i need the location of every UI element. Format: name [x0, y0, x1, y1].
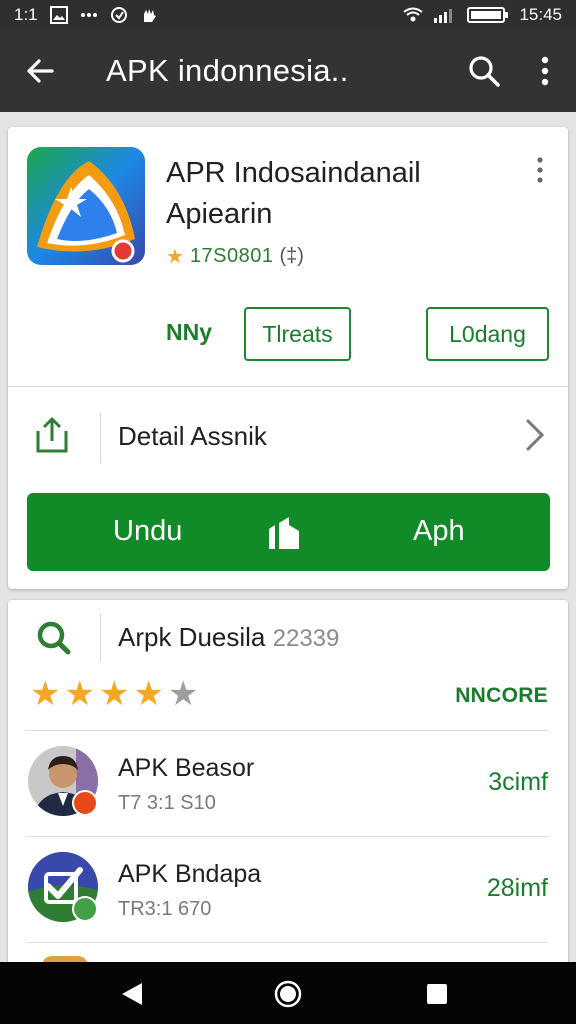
rating-text: 17S0801	[189, 245, 274, 267]
dots-notification-icon	[80, 13, 97, 17]
battery-icon	[467, 7, 509, 23]
star-filled-icon: ★	[98, 675, 130, 713]
image-notification-icon	[49, 6, 68, 24]
nav-recent-apps-icon[interactable]	[426, 983, 448, 1005]
results-card: Arpk Duesila 22339 ★ ★ ★ ★ ★ NNCORE APK …	[8, 600, 568, 970]
hand-notification-icon	[143, 9, 156, 22]
back-button[interactable]	[0, 30, 80, 112]
star-icon: ★	[166, 246, 184, 268]
arrow-left-icon	[27, 59, 54, 83]
app-card-menu-button[interactable]	[528, 155, 552, 185]
nny-label: NNy	[166, 319, 213, 345]
overflow-menu-button[interactable]	[514, 30, 576, 112]
download-button[interactable]: Undu Aph	[27, 493, 550, 571]
status-time: 15:45	[519, 5, 562, 24]
item-sub: TR3:1 670	[118, 898, 212, 920]
results-count: 22339	[272, 625, 340, 652]
download-left-label: Undu	[113, 515, 183, 547]
app-name: APR Indosaindanail Apiearin	[166, 157, 421, 230]
more-vertical-icon	[537, 157, 543, 183]
download-icon	[269, 517, 299, 549]
rating-suffix: (‡)	[279, 245, 304, 267]
download-right-label: Aph	[413, 515, 465, 547]
nav-back-icon[interactable]	[120, 981, 144, 1007]
search-button[interactable]	[454, 30, 514, 112]
detail-row[interactable]: Detail Assnik	[8, 387, 568, 487]
status-bar: 1:1 15:45	[0, 0, 576, 30]
chevron-right-icon	[526, 419, 545, 451]
divider	[26, 730, 548, 731]
results-search-text: Arpk Duesila 22339	[118, 622, 339, 653]
app-bar: APK indonnesia..	[0, 30, 576, 112]
search-icon	[37, 621, 71, 655]
item-meta: 3cimf	[488, 768, 548, 796]
ncore-label: NNCORE	[455, 684, 548, 707]
page-title: APK indonnesia..	[106, 53, 349, 88]
threats-button[interactable]: Tlreats	[244, 307, 351, 361]
detail-separator	[100, 413, 101, 463]
divider	[26, 942, 548, 943]
app-detail-card: APR Indosaindanail Apiearin ★ 17S0801 (‡…	[8, 127, 568, 589]
status-left-text: 1:1	[14, 5, 38, 24]
detail-label: Detail Assnik	[118, 421, 267, 451]
navigation-bar	[0, 962, 576, 1024]
share-icon	[36, 417, 68, 453]
signal-icon	[434, 9, 453, 23]
stars-rating: ★ ★ ★ ★ ★	[30, 676, 198, 712]
item-badge-icon	[72, 896, 98, 922]
lodang-button[interactable]: L0dang	[426, 307, 549, 361]
item-name: APK Beasor	[118, 754, 255, 782]
sync-notification-icon	[110, 7, 127, 23]
results-search-row[interactable]: Arpk Duesila 22339	[8, 600, 568, 672]
wifi-icon	[403, 7, 424, 22]
star-filled-icon: ★	[64, 675, 95, 713]
search-icon	[469, 56, 500, 87]
results-search-label: Arpk Duesila	[118, 622, 266, 652]
search-separator	[100, 614, 101, 662]
star-empty-icon: ★	[167, 675, 199, 713]
nav-home-icon[interactable]	[274, 980, 302, 1008]
star-filled-icon: ★	[30, 675, 61, 713]
more-vertical-icon	[541, 56, 549, 86]
item-meta: 28imf	[486, 874, 548, 902]
app-rating: ★ 17S0801 (‡)	[166, 244, 304, 269]
item-badge-icon	[72, 790, 98, 816]
item-name: APK Bndapa	[118, 860, 262, 888]
item-sub: T7 3:1 S10	[118, 792, 216, 814]
app-icon	[27, 147, 145, 265]
divider	[26, 836, 548, 837]
list-item[interactable]: APK Beasor T7 3:1 S10 3cimf	[8, 732, 568, 836]
star-filled-icon: ★	[133, 675, 164, 713]
list-item[interactable]: APK Bndapa TR3:1 670 28imf	[8, 838, 568, 942]
